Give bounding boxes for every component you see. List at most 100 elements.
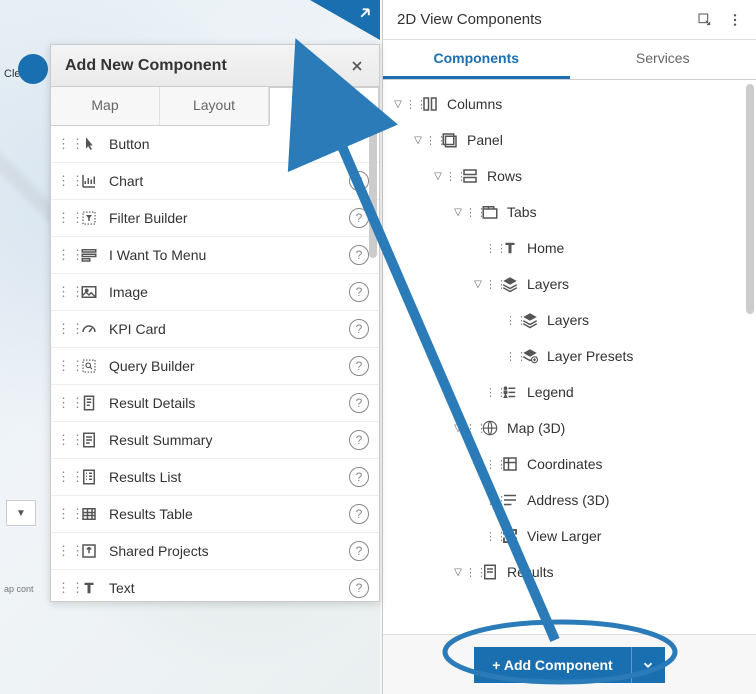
- more-button[interactable]: [724, 9, 746, 31]
- drag-handle-icon[interactable]: ⋮⋮: [57, 247, 69, 263]
- drag-handle-icon[interactable]: ⋮⋮: [465, 566, 475, 579]
- tree-item-address-3d-[interactable]: ⋮⋮Address (3D): [391, 482, 752, 518]
- component-label: Results List: [109, 469, 349, 485]
- address-icon: [499, 489, 521, 511]
- help-icon[interactable]: ?: [349, 282, 369, 302]
- expand-toggle[interactable]: ▽: [471, 279, 485, 290]
- drag-handle-icon[interactable]: ⋮⋮: [57, 210, 69, 226]
- component-item-filter-builder[interactable]: ⋮⋮Filter Builder?: [51, 200, 379, 237]
- help-icon[interactable]: ?: [349, 541, 369, 561]
- drag-handle-icon[interactable]: ⋮⋮: [485, 278, 495, 291]
- drag-handle-icon[interactable]: ⋮⋮: [57, 284, 69, 300]
- drag-handle-icon[interactable]: ⋮⋮: [485, 386, 495, 399]
- expand-toggle[interactable]: ▽: [391, 99, 405, 110]
- component-tree[interactable]: ▽⋮⋮Columns▽⋮⋮Panel▽⋮⋮Rows▽⋮⋮Tabs⋮⋮Home▽⋮…: [383, 80, 756, 634]
- drag-handle-icon[interactable]: ⋮⋮: [57, 395, 69, 411]
- expand-toggle[interactable]: ▽: [431, 171, 445, 182]
- tree-item-layers[interactable]: ⋮⋮Layers: [391, 302, 752, 338]
- component-item-chart[interactable]: ⋮⋮Chart?: [51, 163, 379, 200]
- component-item-results-list[interactable]: ⋮⋮ Results List?: [51, 459, 379, 496]
- view-components-panel: 2D View Components Components Services ▽…: [382, 0, 756, 694]
- help-icon[interactable]: ?: [349, 393, 369, 413]
- tree-item-layer-presets[interactable]: ⋮⋮Layer Presets: [391, 338, 752, 374]
- columns-icon: [419, 93, 441, 115]
- help-icon[interactable]: ?: [349, 467, 369, 487]
- drag-handle-icon[interactable]: ⋮⋮: [485, 494, 495, 507]
- help-icon[interactable]: ?: [349, 430, 369, 450]
- select-mode-button[interactable]: [694, 9, 716, 31]
- tree-label: Map (3D): [507, 420, 565, 436]
- tree-item-home[interactable]: ⋮⋮ Home: [391, 230, 752, 266]
- expand-toggle[interactable]: ▽: [451, 567, 465, 578]
- add-component-button[interactable]: + Add Component: [474, 647, 630, 683]
- help-icon[interactable]: ?: [349, 319, 369, 339]
- tree-item-legend[interactable]: ⋮⋮Legend: [391, 374, 752, 410]
- drag-handle-icon[interactable]: ⋮⋮: [57, 506, 69, 522]
- tab-components[interactable]: Components: [383, 40, 570, 79]
- tab-map[interactable]: Map: [51, 87, 160, 125]
- drag-handle-icon[interactable]: ⋮⋮: [485, 242, 495, 255]
- tab-other[interactable]: Other: [269, 87, 379, 126]
- drag-handle-icon[interactable]: ⋮⋮: [57, 358, 69, 374]
- tree-item-columns[interactable]: ▽⋮⋮Columns: [391, 86, 752, 122]
- expand-toggle[interactable]: ▽: [451, 423, 465, 434]
- tree-item-map-3d-[interactable]: ▽⋮⋮ Map (3D): [391, 410, 752, 446]
- component-item-kpi-card[interactable]: ⋮⋮KPI Card?: [51, 311, 379, 348]
- drag-handle-icon[interactable]: ⋮⋮: [57, 321, 69, 337]
- list-icon: [77, 465, 101, 489]
- drag-handle-icon[interactable]: ⋮⋮: [425, 134, 435, 147]
- drag-handle-icon[interactable]: ⋮⋮: [57, 580, 69, 596]
- drag-handle-icon[interactable]: ⋮⋮: [57, 469, 69, 485]
- tree-label: Home: [527, 240, 564, 256]
- component-item-text[interactable]: ⋮⋮Text?: [51, 570, 379, 601]
- expand-toggle[interactable]: ▽: [411, 135, 425, 146]
- tab-services[interactable]: Services: [570, 40, 756, 79]
- component-item-shared-projects[interactable]: ⋮⋮Shared Projects?: [51, 533, 379, 570]
- tree-label: Tabs: [507, 204, 537, 220]
- component-item-i-want-to-menu[interactable]: ⋮⋮I Want To Menu?: [51, 237, 379, 274]
- drag-handle-icon[interactable]: ⋮⋮: [465, 422, 475, 435]
- legend-icon: [499, 381, 521, 403]
- tree-scrollbar[interactable]: [746, 84, 754, 314]
- drag-handle-icon[interactable]: ⋮⋮: [505, 314, 515, 327]
- close-button[interactable]: [345, 54, 369, 78]
- drag-handle-icon[interactable]: ⋮⋮: [405, 98, 415, 111]
- drag-handle-icon[interactable]: ⋮⋮: [505, 350, 515, 363]
- tree-item-layers[interactable]: ▽⋮⋮Layers: [391, 266, 752, 302]
- component-item-query-builder[interactable]: ⋮⋮Query Builder?: [51, 348, 379, 385]
- drag-handle-icon[interactable]: ⋮⋮: [57, 543, 69, 559]
- summary-icon: [77, 428, 101, 452]
- drag-handle-icon[interactable]: ⋮⋮: [57, 136, 69, 152]
- tree-item-tabs[interactable]: ▽⋮⋮ Tabs: [391, 194, 752, 230]
- help-icon[interactable]: ?: [349, 208, 369, 228]
- map-dropdown[interactable]: ▼: [6, 500, 36, 526]
- tree-item-coordinates[interactable]: ⋮⋮Coordinates: [391, 446, 752, 482]
- help-icon[interactable]: ?: [349, 356, 369, 376]
- expand-toggle[interactable]: ▽: [451, 207, 465, 218]
- help-icon[interactable]: ?: [349, 245, 369, 265]
- help-icon[interactable]: ?: [349, 504, 369, 524]
- component-item-result-summary[interactable]: ⋮⋮Result Summary?: [51, 422, 379, 459]
- component-item-results-table[interactable]: ⋮⋮Results Table?: [51, 496, 379, 533]
- drag-handle-icon[interactable]: ⋮⋮: [485, 458, 495, 471]
- add-component-dropdown[interactable]: [631, 647, 665, 683]
- help-icon[interactable]: ?: [349, 578, 369, 598]
- tab-layout[interactable]: Layout: [160, 87, 269, 125]
- add-panel-header: Add New Component: [51, 45, 379, 87]
- component-list[interactable]: ⋮⋮Button⋮⋮Chart?⋮⋮Filter Builder?⋮⋮I Wan…: [51, 126, 379, 601]
- drag-handle-icon[interactable]: ⋮⋮: [485, 530, 495, 543]
- drag-handle-icon[interactable]: ⋮⋮: [57, 173, 69, 189]
- drag-handle-icon[interactable]: ⋮⋮: [445, 170, 455, 183]
- drag-handle-icon[interactable]: ⋮⋮: [465, 206, 475, 219]
- tree-item-rows[interactable]: ▽⋮⋮Rows: [391, 158, 752, 194]
- tree-item-view-larger[interactable]: ⋮⋮View Larger: [391, 518, 752, 554]
- drag-handle-icon[interactable]: ⋮⋮: [57, 432, 69, 448]
- help-icon[interactable]: ?: [349, 171, 369, 191]
- component-item-button[interactable]: ⋮⋮Button: [51, 126, 379, 163]
- component-item-result-details[interactable]: ⋮⋮Result Details?: [51, 385, 379, 422]
- scrollbar[interactable]: [369, 128, 377, 258]
- tree-item-panel[interactable]: ▽⋮⋮Panel: [391, 122, 752, 158]
- tree-item-results[interactable]: ▽⋮⋮Results: [391, 554, 752, 590]
- gauge-icon: [77, 317, 101, 341]
- component-item-image[interactable]: ⋮⋮Image?: [51, 274, 379, 311]
